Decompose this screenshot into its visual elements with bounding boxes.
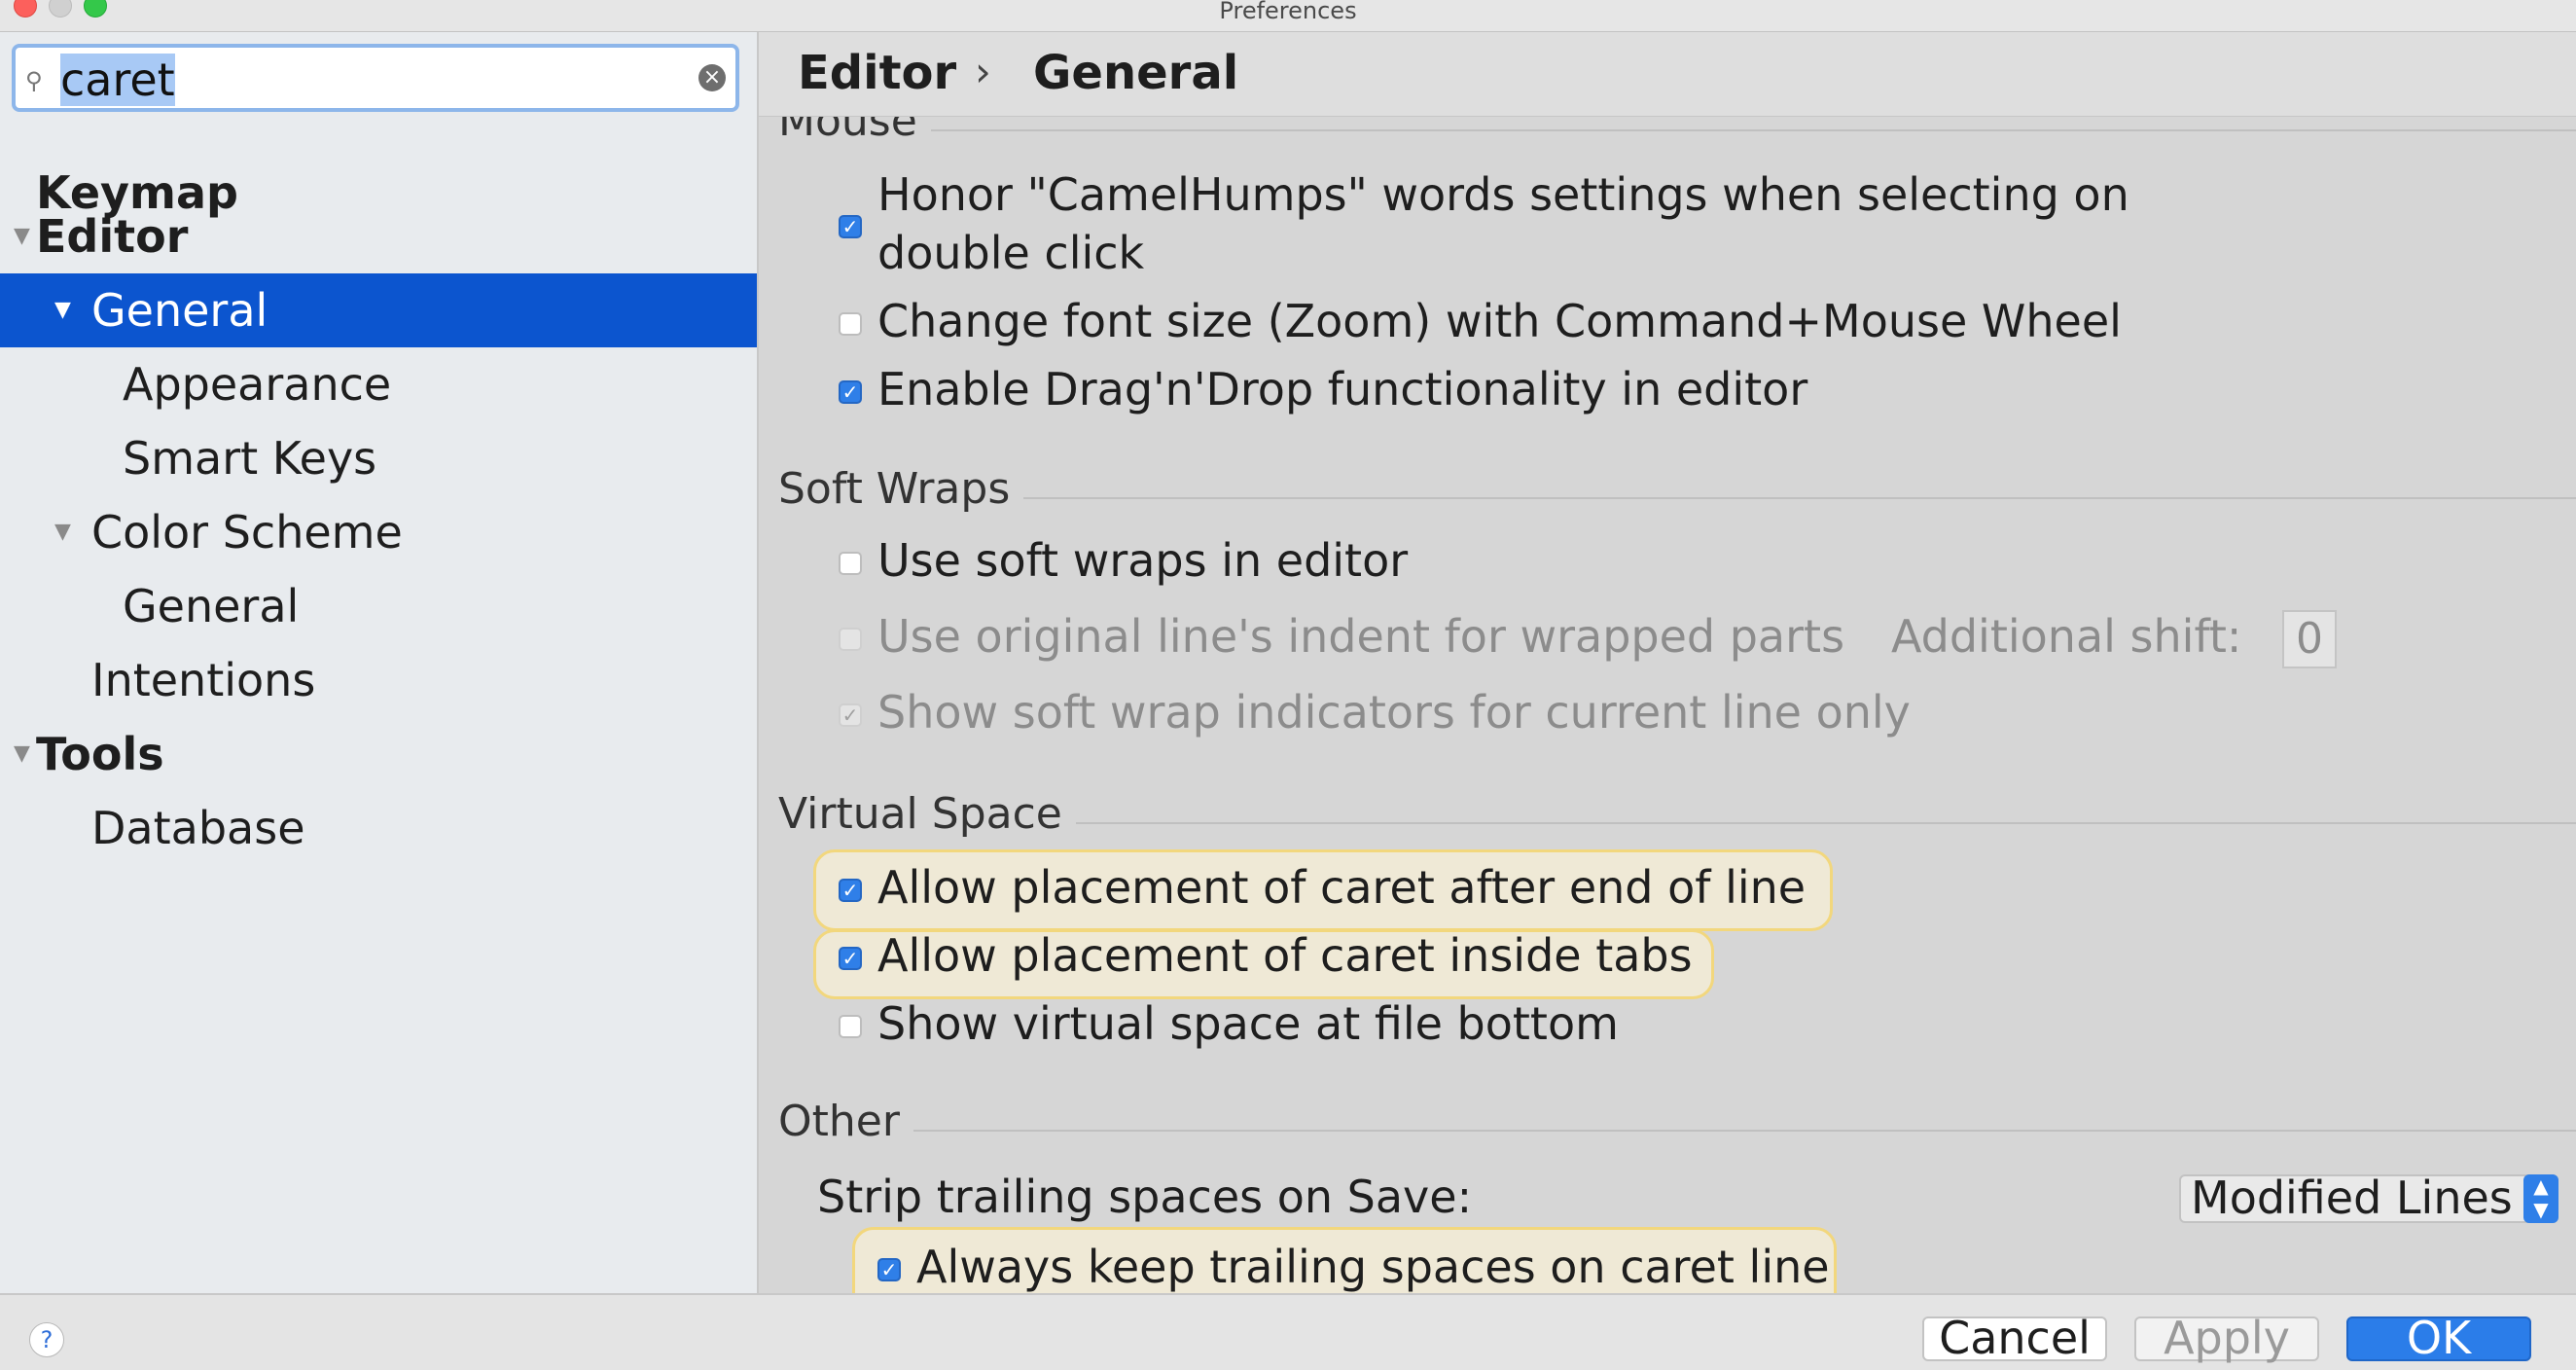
- option-label: Change font size (Zoom) with Command+Mou…: [877, 295, 2122, 347]
- sidebar-item-database[interactable]: Database: [0, 791, 757, 865]
- select-stepper-icon[interactable]: ▲ ▼: [2523, 1174, 2558, 1223]
- cancel-button[interactable]: Cancel: [1922, 1316, 2107, 1361]
- expand-arrow-icon[interactable]: ▼: [14, 199, 30, 273]
- option-label: Use soft wraps in editor: [877, 534, 1409, 587]
- option-label: double click: [877, 227, 1145, 279]
- checkbox-original-indent[interactable]: [839, 628, 862, 651]
- sidebar-item-intentions[interactable]: Intentions: [0, 643, 757, 717]
- sidebar-item-label: Tools: [36, 728, 164, 780]
- settings-sidebar: ⚲ caret × Keymap ▼ Editor ▼ General Appe…: [0, 32, 759, 1293]
- sidebar-item-label: General: [91, 284, 268, 337]
- section-divider: [778, 497, 2576, 499]
- option-label: Allow placement of caret inside tabs: [877, 929, 1693, 982]
- sidebar-item-editor[interactable]: ▼ Editor: [0, 199, 757, 273]
- option-label: Show soft wrap indicators for current li…: [877, 686, 1911, 739]
- help-button[interactable]: ?: [29, 1322, 64, 1357]
- title-bar: Preferences: [0, 0, 2576, 32]
- sidebar-item-editor-general[interactable]: ▼ General: [0, 273, 757, 347]
- sidebar-item-label: Smart Keys: [123, 432, 377, 485]
- expand-arrow-icon[interactable]: ▼: [54, 273, 71, 347]
- breadcrumb-general: General: [1033, 46, 1239, 100]
- checkbox-zoom-font[interactable]: [839, 312, 862, 336]
- option-label: Enable Drag'n'Drop functionality in edit…: [877, 363, 1808, 415]
- section-divider: [778, 129, 2576, 131]
- search-input-value: caret: [60, 54, 175, 106]
- breadcrumb-editor[interactable]: Editor: [798, 46, 956, 100]
- sidebar-item-color-scheme-general[interactable]: General: [0, 569, 757, 643]
- expand-arrow-icon[interactable]: ▼: [54, 495, 71, 569]
- additional-shift-input[interactable]: 0: [2282, 610, 2337, 668]
- checkbox-drag-drop[interactable]: ✓: [839, 380, 862, 404]
- dialog-footer: ? Cancel Apply OK: [0, 1293, 2576, 1370]
- sidebar-item-smart-keys[interactable]: Smart Keys: [0, 421, 757, 495]
- additional-shift-label: Additional shift:: [1891, 610, 2242, 663]
- option-label: Always keep trailing spaces on caret lin…: [916, 1241, 1830, 1293]
- sidebar-item-label: Intentions: [91, 654, 316, 706]
- section-title-virtual-space: Virtual Space: [778, 789, 1076, 839]
- checkbox-use-soft-wraps[interactable]: [839, 552, 862, 575]
- search-field[interactable]: ⚲ caret ×: [12, 44, 739, 112]
- expand-arrow-icon[interactable]: ▼: [14, 717, 30, 791]
- option-label: Allow placement of caret after end of li…: [877, 861, 1807, 914]
- sidebar-item-label: Editor: [36, 210, 189, 263]
- section-title-other: Other: [778, 1097, 913, 1146]
- strip-trailing-label: Strip trailing spaces on Save:: [817, 1171, 1473, 1223]
- window-title: Preferences: [1219, 0, 1357, 24]
- sidebar-item-label: Database: [91, 802, 305, 854]
- apply-button[interactable]: Apply: [2134, 1316, 2319, 1361]
- checkbox-camelhumps[interactable]: ✓: [839, 215, 862, 238]
- sidebar-item-color-scheme[interactable]: ▼ Color Scheme: [0, 495, 757, 569]
- strip-trailing-value: Modified Lines: [2191, 1172, 2513, 1224]
- option-label: Honor "CamelHumps" words settings when s…: [877, 168, 2129, 221]
- option-label: Show virtual space at file bottom: [877, 997, 1619, 1050]
- sidebar-item-label: General: [123, 580, 300, 632]
- sidebar-item-label: Appearance: [123, 358, 392, 411]
- sidebar-item-label: Color Scheme: [91, 506, 403, 559]
- search-input[interactable]: caret: [60, 54, 175, 106]
- option-label: Use original line's indent for wrapped p…: [877, 610, 1845, 663]
- checkbox-keep-trailing-spaces[interactable]: ✓: [877, 1258, 901, 1281]
- breadcrumb: Editor › General: [759, 32, 2576, 117]
- chevron-right-icon: ›: [975, 48, 991, 95]
- checkbox-wrap-indicators[interactable]: ✓: [839, 703, 862, 727]
- checkbox-caret-after-eol[interactable]: ✓: [839, 879, 862, 902]
- section-title-soft-wraps: Soft Wraps: [778, 464, 1024, 514]
- search-icon: ⚲: [25, 67, 43, 94]
- preferences-window: Preferences ⚲ caret × Keymap ▼ Editor ▼ …: [0, 0, 2576, 1370]
- checkbox-virtual-space-bottom[interactable]: [839, 1015, 862, 1038]
- section-divider: [778, 1130, 2576, 1132]
- sidebar-item-tools[interactable]: ▼ Tools: [0, 717, 757, 791]
- settings-content: Editor › General Mouse ✓ Honor "CamelHum…: [759, 32, 2576, 1293]
- strip-trailing-select[interactable]: Modified Lines ▲ ▼: [2179, 1174, 2558, 1223]
- sidebar-item-appearance[interactable]: Appearance: [0, 347, 757, 421]
- clear-search-icon[interactable]: ×: [698, 64, 726, 91]
- ok-button[interactable]: OK: [2346, 1316, 2531, 1361]
- checkbox-caret-inside-tabs[interactable]: ✓: [839, 947, 862, 970]
